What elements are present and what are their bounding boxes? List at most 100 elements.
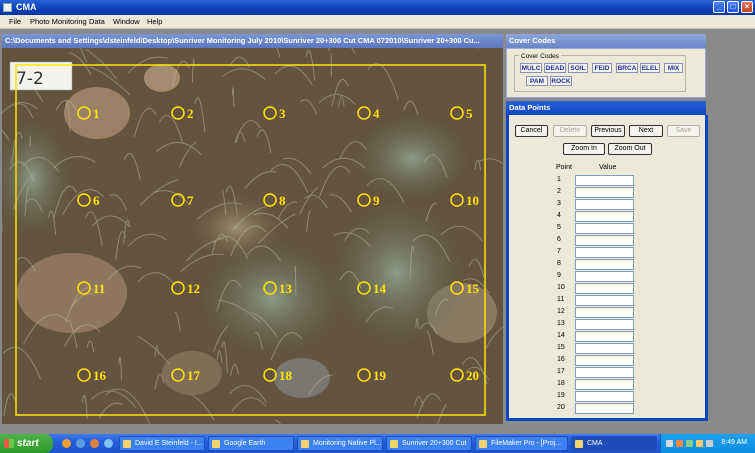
- point-row-label: 8: [557, 260, 561, 267]
- menu-file[interactable]: File: [9, 17, 21, 26]
- zoom-out-button[interactable]: Zoom Out: [608, 143, 652, 155]
- code-rock-button[interactable]: ROCK: [550, 76, 572, 86]
- point-row-label: 3: [557, 200, 561, 207]
- point-row-label: 5: [557, 224, 561, 231]
- start-button[interactable]: start: [0, 434, 53, 453]
- point-row-label: 17: [557, 368, 565, 375]
- quicklaunch-desktop-icon[interactable]: [104, 439, 113, 448]
- point-label-8: 8: [279, 193, 286, 208]
- tray-network-icon[interactable]: [666, 440, 673, 447]
- taskbar: start David E Steinfeld - I... Google Ea…: [0, 434, 755, 453]
- monitoring-photo[interactable]: 7-2 1 2 3 4 5 6 7 8 9 10 11 12 13 14 15 16 17 18 19 20: [2, 48, 503, 424]
- menu-help[interactable]: Help: [147, 17, 162, 26]
- point-row-label: 2: [557, 188, 561, 195]
- point-row-label: 20: [557, 404, 565, 411]
- document-icon: [301, 440, 309, 448]
- task-label: CMA: [587, 440, 603, 447]
- cover-codes-group-label: Cover Codes: [519, 53, 561, 60]
- cma-app-icon: [575, 440, 583, 448]
- minimize-button[interactable]: _: [713, 1, 725, 13]
- point-label-7: 7: [187, 193, 194, 208]
- point-value-field[interactable]: [575, 223, 634, 234]
- save-button[interactable]: Save: [667, 125, 700, 137]
- point-row-label: 16: [557, 356, 565, 363]
- point-value-field[interactable]: [575, 199, 634, 210]
- code-mulc-button[interactable]: MULC: [520, 63, 542, 73]
- task-cma[interactable]: CMA: [571, 436, 657, 451]
- menu-data[interactable]: Data: [89, 17, 105, 26]
- zoom-in-button[interactable]: Zoom In: [563, 143, 605, 155]
- point-label-14: 14: [373, 281, 387, 296]
- point-label-6: 6: [93, 193, 100, 208]
- point-value-field[interactable]: [575, 367, 634, 378]
- start-label: start: [17, 438, 39, 449]
- maximize-button[interactable]: □: [727, 1, 739, 13]
- point-value-field[interactable]: [575, 319, 634, 330]
- point-value-field[interactable]: [575, 271, 634, 282]
- tray-update-icon[interactable]: [696, 440, 703, 447]
- next-button[interactable]: Next: [629, 125, 663, 137]
- point-label-18: 18: [279, 368, 293, 383]
- tray-security-icon[interactable]: [676, 440, 683, 447]
- point-value-field[interactable]: [575, 283, 634, 294]
- system-tray: 8:49 AM: [660, 434, 755, 453]
- delete-button[interactable]: Delete: [553, 125, 587, 137]
- cover-codes-group: Cover Codes MULC DEAD SOIL FEID BRCA ELE…: [514, 53, 686, 92]
- point-row-label: 19: [557, 392, 565, 399]
- point-value-field[interactable]: [575, 259, 634, 270]
- point-value-field[interactable]: [575, 391, 634, 402]
- point-value-field[interactable]: [575, 235, 634, 246]
- tray-misc-icon[interactable]: [706, 440, 713, 447]
- tray-volume-icon[interactable]: [686, 440, 693, 447]
- task-monitoring[interactable]: Monitoring Native Pl...: [297, 436, 383, 451]
- point-label-4: 4: [373, 106, 380, 121]
- point-row-label: 14: [557, 332, 565, 339]
- menu-photo-monitoring[interactable]: Photo Monitoring: [30, 17, 87, 26]
- filemaker-icon: [479, 440, 487, 448]
- code-pam-button[interactable]: PAM: [526, 76, 548, 86]
- task-google-earth[interactable]: Google Earth: [208, 436, 294, 451]
- point-row-label: 1: [557, 176, 561, 183]
- point-value-field[interactable]: [575, 307, 634, 318]
- code-brca-button[interactable]: BRCA: [616, 63, 638, 73]
- task-label: Sunriver 20+300 Cut: [402, 440, 467, 447]
- point-value-field[interactable]: [575, 295, 634, 306]
- point-value-field[interactable]: [575, 331, 634, 342]
- point-row-label: 12: [557, 308, 565, 315]
- point-row-label: 9: [557, 272, 561, 279]
- point-value-field[interactable]: [575, 343, 634, 354]
- code-mix-button[interactable]: MIX: [664, 63, 683, 73]
- task-filemaker[interactable]: FileMaker Pro - [Proj...: [475, 436, 568, 451]
- point-row-label: 18: [557, 380, 565, 387]
- task-outlook[interactable]: David E Steinfeld - I...: [119, 436, 205, 451]
- code-soil-button[interactable]: SOIL: [568, 63, 588, 73]
- code-elel-button[interactable]: ELEL: [640, 63, 660, 73]
- quicklaunch-icon[interactable]: [62, 439, 71, 448]
- photo-window-title: C:\Documents and Settings\dsteinfeld\Des…: [2, 34, 503, 48]
- code-feid-button[interactable]: FEID: [592, 63, 612, 73]
- point-row-label: 11: [557, 296, 565, 303]
- folder-icon: [390, 440, 398, 448]
- point-value-field[interactable]: [575, 247, 634, 258]
- code-dead-button[interactable]: DEAD: [544, 63, 566, 73]
- previous-button[interactable]: Previous: [591, 125, 625, 137]
- cancel-button[interactable]: Cancel: [515, 125, 548, 137]
- task-app-icon: [123, 440, 131, 448]
- point-value-field[interactable]: [575, 355, 634, 366]
- point-value-field[interactable]: [575, 211, 634, 222]
- close-button[interactable]: ×: [741, 1, 753, 13]
- point-value-field[interactable]: [575, 175, 634, 186]
- point-label-20: 20: [466, 368, 479, 383]
- point-row-label: 4: [557, 212, 561, 219]
- point-value-field[interactable]: [575, 379, 634, 390]
- point-value-field[interactable]: [575, 187, 634, 198]
- task-sunriver-folder[interactable]: Sunriver 20+300 Cut: [386, 436, 472, 451]
- point-label-1: 1: [93, 106, 100, 121]
- point-value-field[interactable]: [575, 403, 634, 414]
- quicklaunch-ie-icon[interactable]: [76, 439, 85, 448]
- data-points-title: Data Points: [506, 101, 706, 115]
- quicklaunch-media-icon[interactable]: [90, 439, 99, 448]
- globe-icon: [212, 440, 220, 448]
- data-points-panel: Cancel Delete Previous Next Save Zoom In…: [506, 115, 708, 421]
- menu-window[interactable]: Window: [113, 17, 140, 26]
